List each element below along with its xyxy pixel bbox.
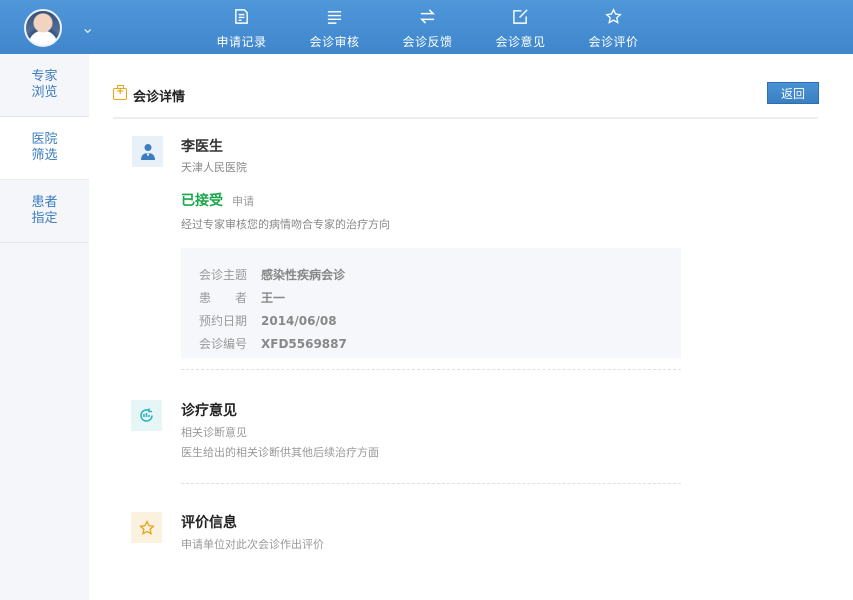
star-outline-icon — [605, 8, 622, 24]
info-key: 预约日期 — [199, 314, 248, 328]
status-line: 已接受 申请 — [181, 190, 254, 210]
user-avatar[interactable] — [24, 9, 62, 47]
evaluation-description: 申请单位对此次会诊作出评价 — [181, 538, 324, 551]
nav-item-consultation-review[interactable]: 会诊审核 — [288, 0, 381, 54]
top-nav: 申请记录 会诊审核 会诊反馈 会诊意见 会诊评价 — [195, 0, 660, 54]
info-row-date: 预约日期 2014/06/08 — [199, 312, 337, 329]
page-title: 会诊详情 — [133, 90, 186, 105]
info-key: 会诊主题 — [199, 268, 248, 282]
nav-item-label: 会诊意见 — [495, 35, 546, 49]
info-key: 会诊编号 — [199, 337, 248, 351]
evaluation-title: 评价信息 — [181, 515, 237, 531]
doctor-name: 李医生 — [181, 139, 223, 155]
section-divider — [181, 483, 681, 484]
status-badge: 已接受 — [181, 193, 223, 209]
info-value: XFD5569887 — [261, 337, 347, 351]
info-row-number: 会诊编号 XFD5569887 — [199, 335, 347, 352]
sidebar-item-hospital-filter[interactable]: 医院筛选 — [0, 117, 89, 180]
section-divider — [181, 369, 681, 370]
nav-item-label: 申请记录 — [216, 35, 267, 49]
status-description: 经过专家审核您的病情吻合专家的治疗方向 — [181, 218, 390, 231]
nav-item-consultation-opinion[interactable]: 会诊意见 — [474, 0, 567, 54]
nav-item-consultation-feedback[interactable]: 会诊反馈 — [381, 0, 474, 54]
edit-square-icon — [513, 9, 528, 24]
diagnosis-subtitle: 相关诊断意见 — [181, 426, 247, 439]
doctor-icon — [132, 136, 163, 167]
sidebar-item-label: 患者指定 — [31, 195, 58, 226]
page-header: 会诊详情 返回 — [113, 82, 819, 119]
info-value: 王一 — [261, 291, 286, 305]
info-row-topic: 会诊主题 感染性疾病会诊 — [199, 266, 345, 283]
chevron-down-icon[interactable]: ⌄ — [81, 18, 94, 37]
sidebar-item-expert-browse[interactable]: 专家浏览 — [0, 54, 89, 117]
nav-item-label: 会诊评价 — [588, 35, 639, 49]
main-content: 会诊详情 返回 李医生 天津人民医院 已接受 申请 经过专家审核您的病情吻合专家… — [89, 54, 853, 600]
back-button[interactable]: 返回 — [767, 82, 819, 104]
medical-kit-icon — [113, 85, 127, 100]
consultation-info-box: 会诊主题 感染性疾病会诊 患 者王一 预约日期 2014/06/08 会诊编号 XFD… — [181, 248, 681, 358]
sidebar-item-patient-assign[interactable]: 患者指定 — [0, 180, 89, 243]
diagnosis-icon — [131, 400, 162, 431]
info-value: 2014/06/08 — [261, 314, 337, 328]
doctor-hospital: 天津人民医院 — [181, 161, 247, 174]
info-key: 患 者 — [199, 291, 248, 305]
nav-item-label: 会诊反馈 — [402, 35, 453, 49]
sidebar: 专家浏览 医院筛选 患者指定 — [0, 54, 89, 600]
exchange-arrows-icon — [420, 9, 435, 24]
status-sub-label: 申请 — [232, 195, 255, 208]
nav-item-application-records[interactable]: 申请记录 — [195, 0, 288, 54]
star-icon — [131, 512, 162, 543]
diagnosis-description: 医生给出的相关诊断供其他后续治疗方面 — [181, 446, 379, 459]
top-navigation-bar: ⌄ 申请记录 会诊审核 会诊反馈 会诊意见 会诊评价 — [0, 0, 853, 54]
nav-item-label: 会诊审核 — [309, 35, 360, 49]
sidebar-item-label: 专家浏览 — [31, 69, 58, 100]
document-edit-icon — [235, 9, 248, 24]
diagnosis-title: 诊疗意见 — [181, 403, 237, 419]
info-row-patient: 患 者王一 — [199, 289, 285, 306]
sidebar-item-label: 医院筛选 — [31, 132, 58, 163]
nav-item-consultation-evaluation[interactable]: 会诊评价 — [567, 0, 660, 54]
list-icon — [327, 11, 342, 24]
info-value: 感染性疾病会诊 — [261, 268, 346, 282]
